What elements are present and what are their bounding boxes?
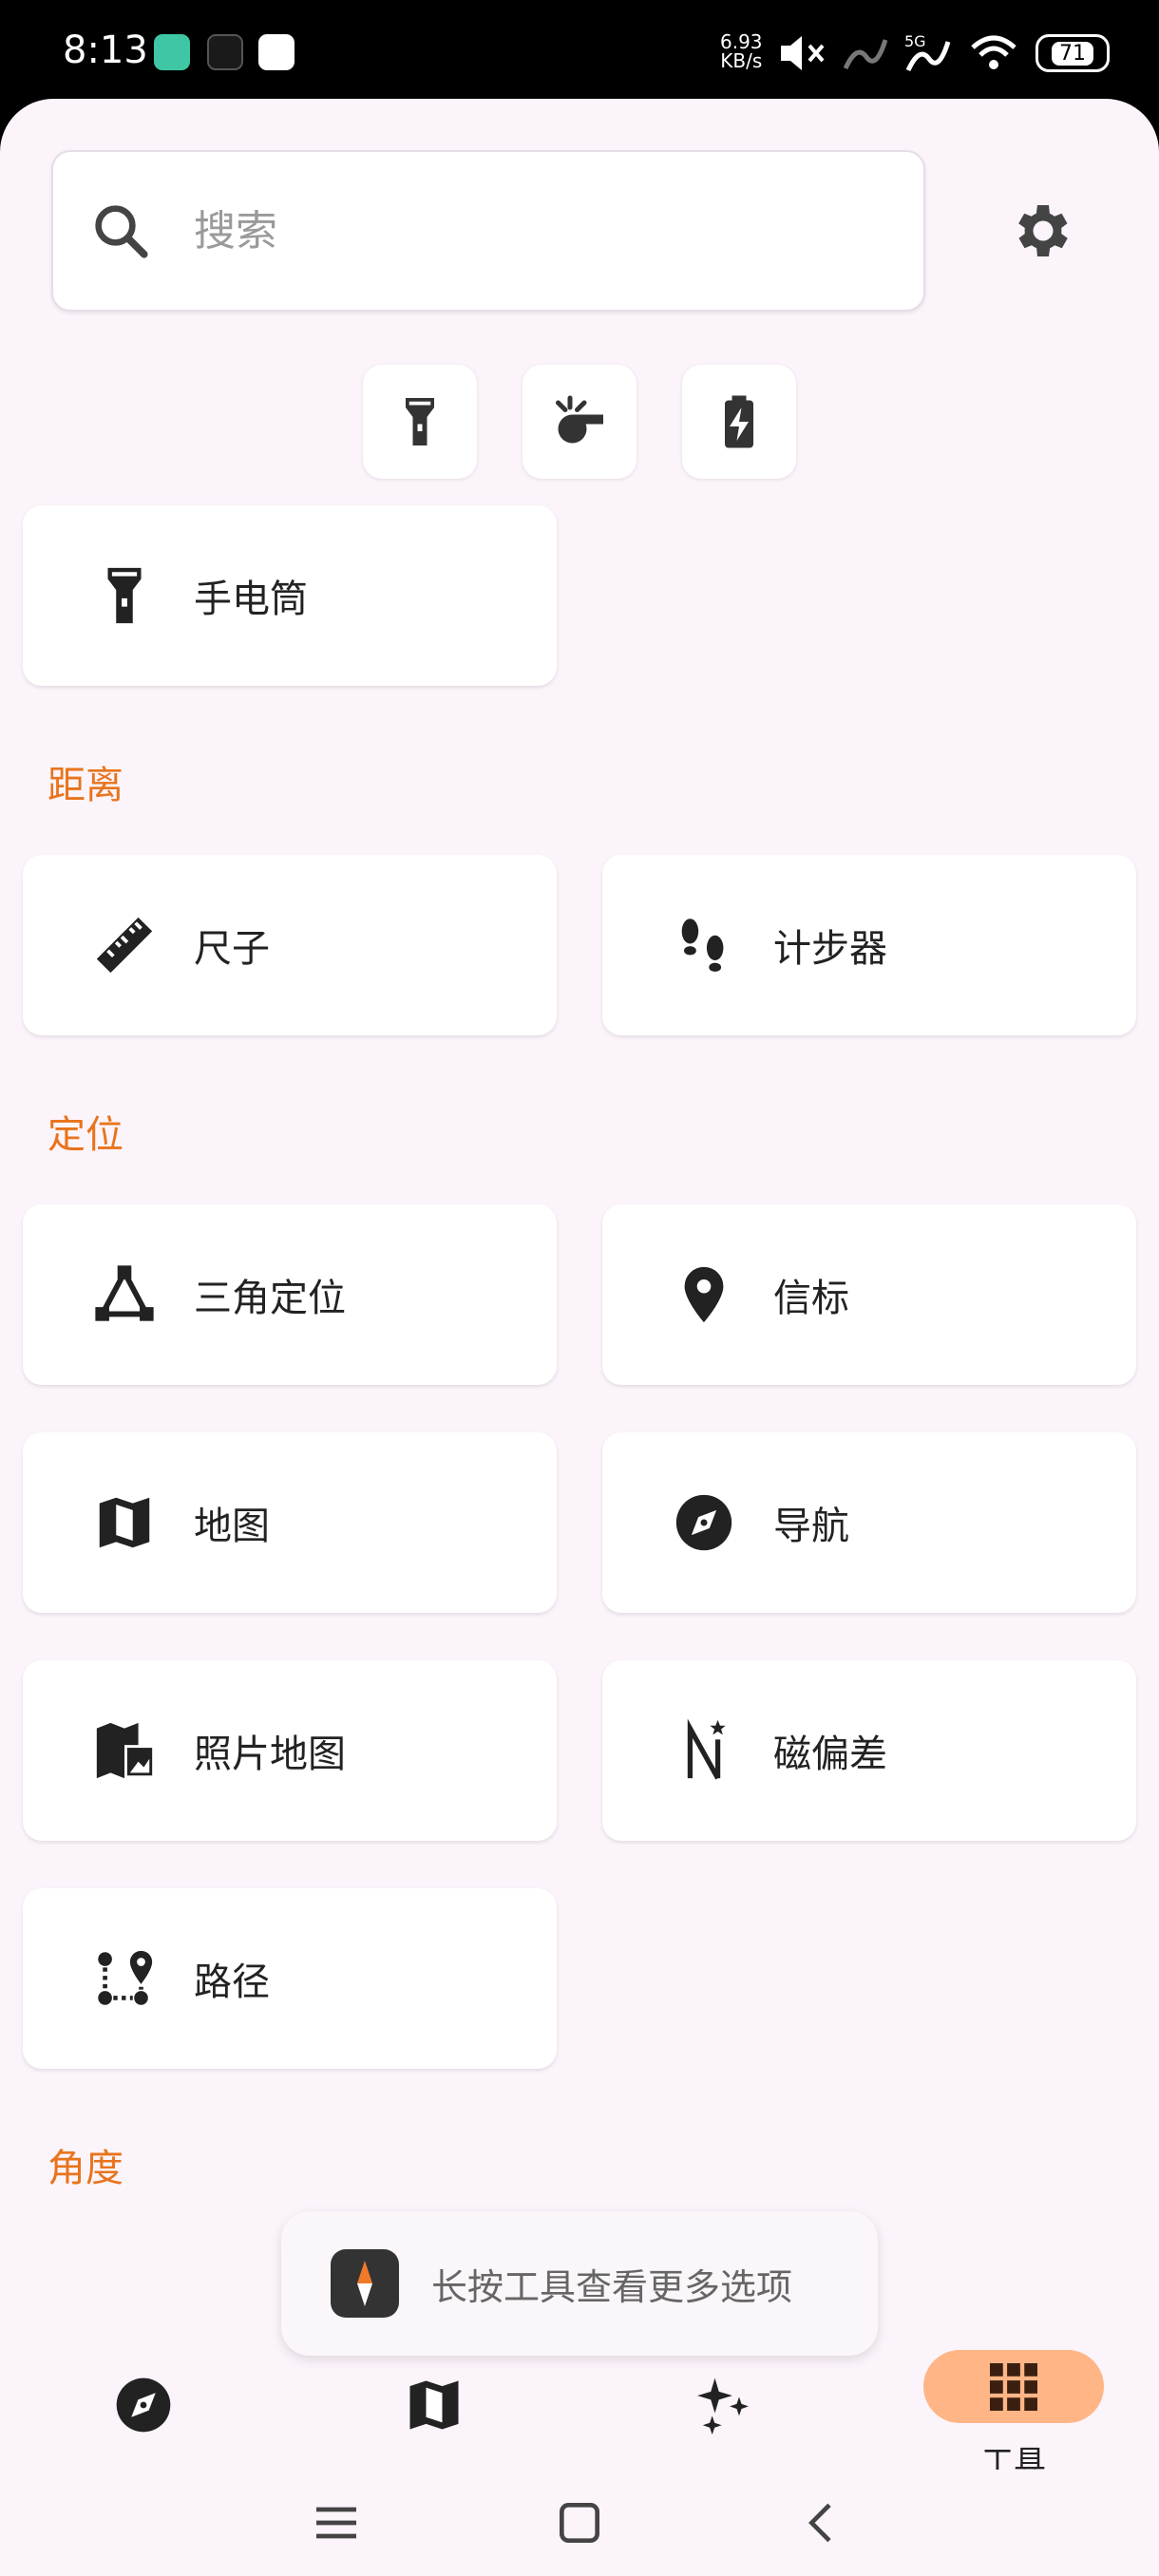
tool-card-flashlight[interactable]: 手电筒 xyxy=(23,505,557,686)
back-icon[interactable] xyxy=(796,2496,849,2549)
flashlight-icon xyxy=(406,398,434,445)
app-compass-icon xyxy=(331,2249,399,2318)
mute-icon xyxy=(781,36,825,70)
photo-map-icon xyxy=(96,1722,153,1779)
app-container: 手电筒 距离 尺子 计步器 定位 三角定位 信标 地图 导航 照片地图 磁偏差 … xyxy=(0,99,1159,2576)
wifi-icon xyxy=(971,35,1016,69)
section-title-angle: 角度 xyxy=(48,2147,124,2190)
nav-item-astronomy[interactable] xyxy=(633,2350,813,2483)
tool-label: 三角定位 xyxy=(194,1277,346,1320)
location-pin-icon xyxy=(684,1266,724,1323)
triangulate-icon xyxy=(95,1265,154,1321)
route-icon xyxy=(98,1950,153,2005)
search-input[interactable] xyxy=(194,206,859,256)
tool-card-paths[interactable]: 路径 xyxy=(23,1888,557,2069)
quick-flashlight-button[interactable] xyxy=(363,365,477,479)
tool-card-photo-map[interactable]: 照片地图 xyxy=(23,1660,557,1841)
nav-item-tools[interactable]: 工具 xyxy=(923,2350,1104,2483)
tool-card-triangulate[interactable]: 三角定位 xyxy=(23,1204,557,1385)
declination-icon xyxy=(687,1718,726,1780)
gear-icon[interactable] xyxy=(1009,197,1077,265)
qq-notification-icon xyxy=(258,34,294,70)
flashlight-icon xyxy=(107,567,142,624)
signal-5g: 5G xyxy=(904,32,952,74)
toast-text: 长按工具查看更多选项 xyxy=(431,2265,793,2308)
footsteps-icon xyxy=(681,919,724,972)
signal-strong-icon xyxy=(905,41,951,72)
tool-label: 磁偏差 xyxy=(773,1733,887,1776)
tool-card-ruler[interactable]: 尺子 xyxy=(23,855,557,1035)
quick-whistle-button[interactable] xyxy=(522,365,636,479)
grid-icon xyxy=(990,2362,1037,2411)
tool-card-pedometer[interactable]: 计步器 xyxy=(602,855,1136,1035)
whistle-icon xyxy=(556,395,603,444)
nav-item-map[interactable] xyxy=(344,2350,524,2483)
tool-card-map[interactable]: 地图 xyxy=(23,1432,557,1613)
home-icon[interactable] xyxy=(553,2496,606,2549)
section-title-location: 定位 xyxy=(48,1113,124,1157)
tool-label: 信标 xyxy=(773,1277,849,1320)
battery-charging-icon xyxy=(725,395,753,448)
status-icons: 5G 71 xyxy=(777,28,1110,78)
nav-item-navigation[interactable] xyxy=(53,2350,234,2483)
toast-message: 长按工具查看更多选项 xyxy=(281,2211,878,2356)
tool-label: 导航 xyxy=(773,1505,849,1548)
menu-icon[interactable] xyxy=(310,2496,363,2549)
compass-icon xyxy=(675,1494,732,1551)
compass-icon xyxy=(116,2377,171,2433)
tool-label: 计步器 xyxy=(773,927,887,971)
app-notification-icon xyxy=(154,34,190,70)
quick-battery-button[interactable] xyxy=(682,365,796,479)
tool-card-declination[interactable]: 磁偏差 xyxy=(602,1660,1136,1841)
sparkles-icon xyxy=(697,2377,749,2435)
tool-label: 路径 xyxy=(194,1960,270,2004)
ruler-icon xyxy=(96,917,153,974)
signal-weak-icon xyxy=(844,39,887,70)
search-bar[interactable] xyxy=(51,150,925,312)
status-bar: 8:13 6.93 KB/s 5G 71 xyxy=(0,0,1159,104)
tool-card-beacon[interactable]: 信标 xyxy=(602,1204,1136,1385)
map-icon xyxy=(409,2380,459,2430)
tool-label: 手电筒 xyxy=(194,578,308,621)
tool-label: 照片地图 xyxy=(194,1733,346,1776)
tiktok-notification-icon xyxy=(207,34,243,70)
tool-card-navigation[interactable]: 导航 xyxy=(602,1432,1136,1613)
section-title-distance: 距离 xyxy=(48,764,124,807)
map-icon xyxy=(99,1497,150,1548)
system-navigation xyxy=(0,2470,1159,2576)
status-time: 8:13 xyxy=(63,28,148,72)
quick-actions xyxy=(363,365,796,479)
tool-label: 地图 xyxy=(194,1505,270,1548)
tool-label: 尺子 xyxy=(194,927,270,971)
nav-active-indicator xyxy=(923,2350,1104,2423)
battery-indicator: 71 xyxy=(1036,34,1110,72)
net-speed: 6.93 KB/s xyxy=(720,30,763,72)
search-icon xyxy=(95,205,148,258)
